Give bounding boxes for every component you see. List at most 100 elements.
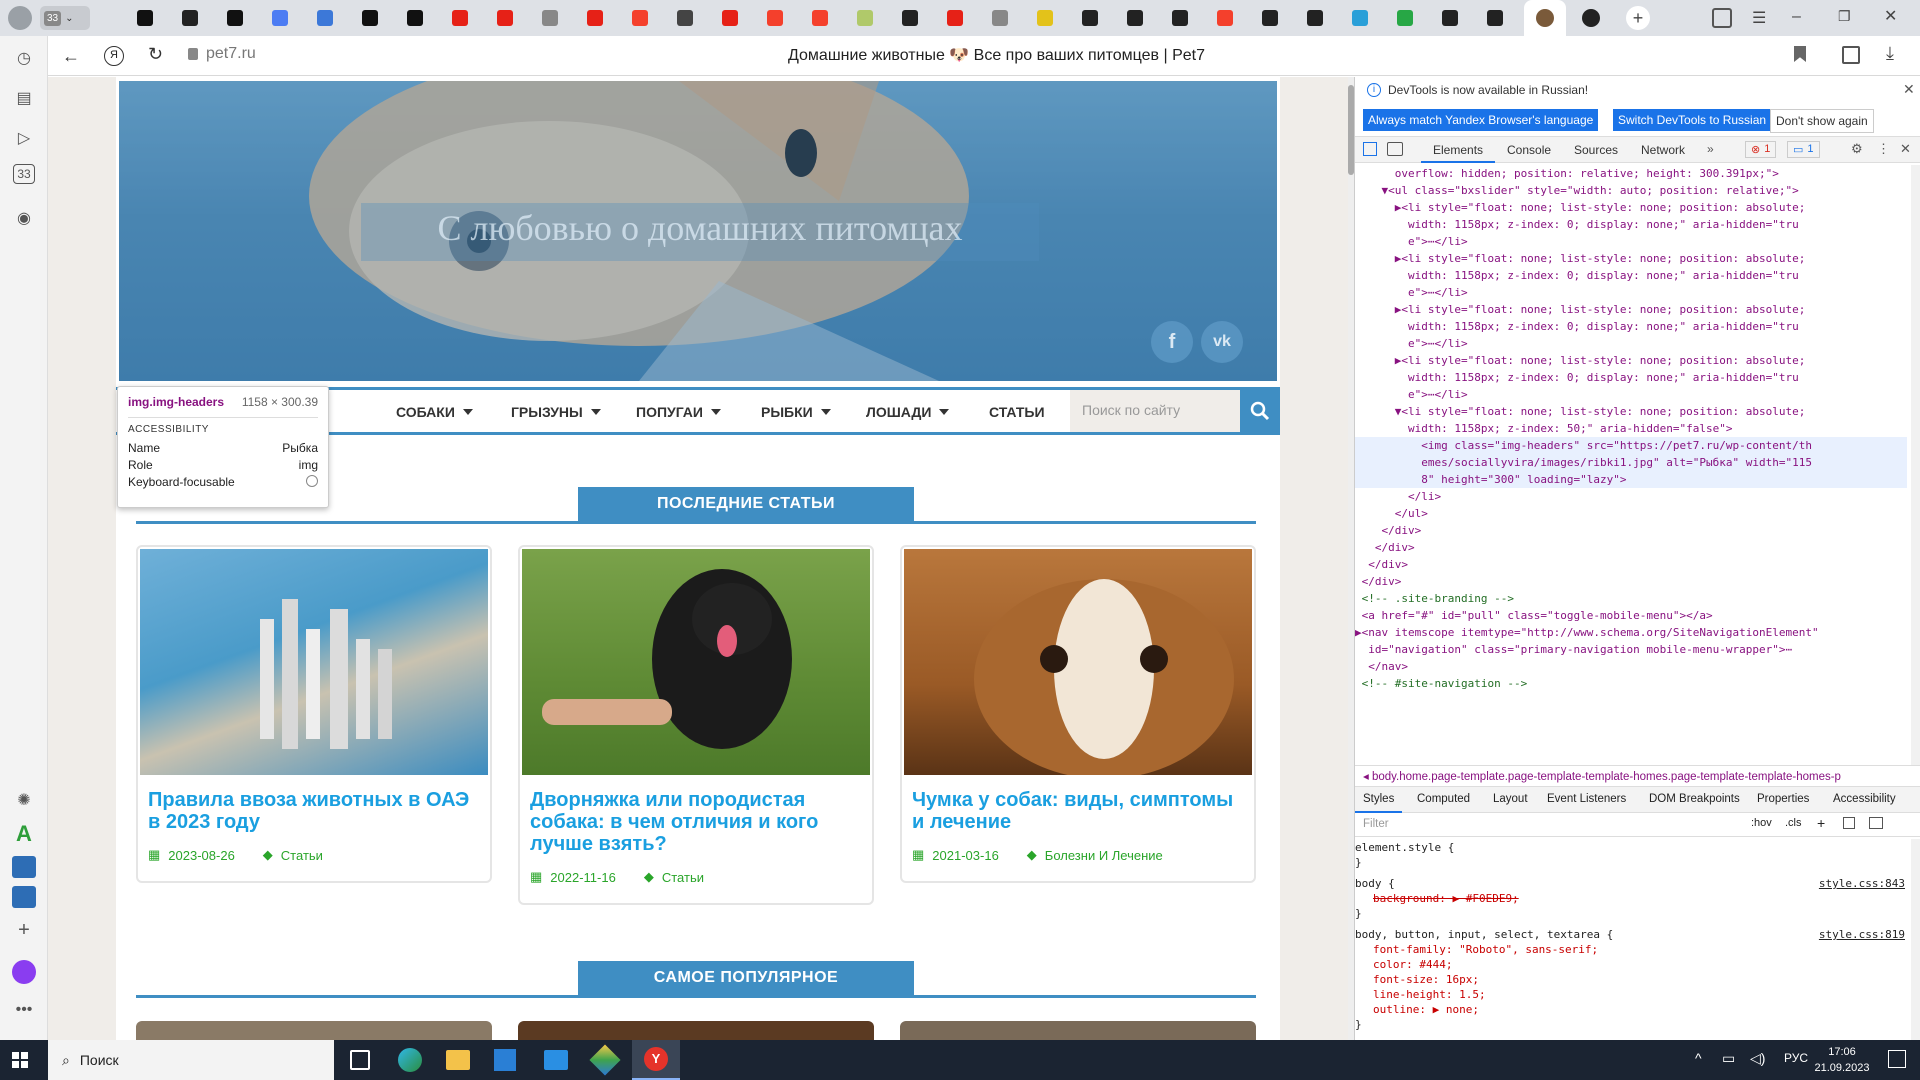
tab-sources[interactable]: Sources [1562,137,1630,163]
app-diamond-icon[interactable] [589,1044,621,1076]
pinned-tab-favicon-icon[interactable] [1347,5,1373,31]
computed-styles-icon[interactable] [1843,817,1855,829]
pinned-tab-favicon-icon[interactable] [717,5,743,31]
history-icon[interactable]: ◷ [10,44,38,72]
search-button[interactable] [1240,390,1280,432]
nav-item-dogs[interactable]: СОБАКИ [396,404,473,420]
article-category[interactable]: ◆ Статьи [263,847,323,863]
app-blue-icon[interactable] [12,886,36,908]
dom-node-line[interactable]: ▼<ul class="bxslider" style="width: auto… [1355,182,1907,199]
dom-node-line[interactable]: </li> [1355,488,1907,505]
settings-gear-icon[interactable]: ⚙ [1851,141,1863,157]
match-language-button[interactable]: Always match Yandex Browser's language [1363,109,1599,131]
network-icon[interactable]: ▭ [1722,1050,1735,1067]
bookmark-icon[interactable] [1794,46,1806,62]
dom-node-line[interactable]: <a href="#" id="pull" class="toggle-mobi… [1355,607,1907,624]
search-input[interactable]: Поиск по сайту [1070,390,1240,432]
tab-network[interactable]: Network [1629,137,1697,163]
pinned-tab-favicon-icon[interactable] [942,5,968,31]
dom-node-line[interactable]: </ul> [1355,505,1907,522]
dom-node-line[interactable]: emes/sociallyvira/images/ribki1.jpg" alt… [1355,454,1907,471]
dom-node-line[interactable]: e">⋯</li> [1355,386,1907,403]
dom-node-line[interactable]: ▶<li style="float: none; list-style: non… [1355,301,1907,318]
pinned-tab-favicon-icon[interactable] [987,5,1013,31]
errors-badge[interactable]: ⊗ 1 [1745,141,1777,158]
more-tabs-icon[interactable]: » [1707,142,1714,156]
pinned-tab-favicon-icon[interactable] [1212,5,1238,31]
vk-icon[interactable]: vk [1201,321,1243,363]
openai-icon[interactable]: ✺ [10,786,38,814]
tab-styles[interactable]: Styles [1355,787,1403,813]
alice-icon[interactable] [12,960,36,984]
tab-dom-breakpoints[interactable]: DOM Breakpoints [1641,787,1748,811]
dom-node-line[interactable]: overflow: hidden; position: relative; he… [1355,165,1907,182]
bookmarks-icon[interactable] [1712,8,1732,28]
start-icon[interactable] [12,1052,28,1068]
nav-item-rodents[interactable]: ГРЫЗУНЫ [511,404,601,420]
dismiss-button[interactable]: Don't show again [1770,109,1874,133]
dom-node-line[interactable]: width: 1158px; z-index: 0; display: none… [1355,267,1907,284]
toggle-sidebar-icon[interactable] [1869,817,1883,829]
pinned-tab-favicon-icon[interactable] [267,5,293,31]
dom-node-line[interactable]: </div> [1355,522,1907,539]
pinned-tab-favicon-icon[interactable] [762,5,788,31]
pinned-tab-favicon-icon[interactable] [447,5,473,31]
dom-breadcrumb[interactable]: ◂ body.home.page-template.page-template-… [1355,765,1920,787]
reload-icon[interactable]: ↻ [148,44,163,65]
pinned-tab-favicon-icon[interactable] [627,5,653,31]
dom-node-line[interactable]: width: 1158px; z-index: 50;" aria-hidden… [1355,420,1907,437]
app-blue-icon[interactable] [12,856,36,878]
add-icon[interactable]: + [10,916,38,944]
tab-counter-button[interactable]: 33 ⌄ [40,6,90,30]
clock[interactable]: 17:06 21.09.2023 [1810,1044,1874,1076]
active-tab[interactable] [1524,0,1566,36]
article-card[interactable]: Правила ввоза животных в ОАЭ в 2023 году… [136,545,492,883]
profile-avatar[interactable] [8,6,32,30]
mail-icon[interactable] [544,1050,568,1070]
dom-node-line[interactable]: ▶<li style="float: none; list-style: non… [1355,250,1907,267]
new-rule-icon[interactable]: + [1817,815,1825,831]
elements-scrollbar[interactable] [1911,165,1920,765]
tabs-count-icon[interactable]: 33 [13,164,35,184]
tray-chevron-icon[interactable]: ^ [1695,1050,1702,1066]
minimize-icon[interactable]: – [1792,8,1812,28]
pinned-tab-favicon-icon[interactable] [357,5,383,31]
article-image[interactable] [522,549,870,775]
pinned-tab-favicon-icon[interactable] [492,5,518,31]
dom-node-line[interactable]: <!-- .site-branding --> [1355,590,1907,607]
tab-properties[interactable]: Properties [1749,787,1817,811]
dom-node-line[interactable]: id="navigation" class="primary-navigatio… [1355,641,1907,658]
pinned-tab-favicon-icon[interactable] [177,5,203,31]
article-card[interactable]: Дворняжка или породистая собака: в чем о… [518,545,874,905]
dom-node-line[interactable]: ▶<li style="float: none; list-style: non… [1355,352,1907,369]
styles-filter-input[interactable]: Filter [1359,816,1659,834]
dom-node-line[interactable]: <!-- #site-navigation --> [1355,675,1907,692]
messages-badge[interactable]: ▭ 1 [1787,141,1820,158]
app-a-icon[interactable]: A [10,820,38,848]
tab-layout[interactable]: Layout [1485,787,1536,811]
pinned-tab-favicon-icon[interactable] [1257,5,1283,31]
pinned-tab-favicon-icon[interactable] [1302,5,1328,31]
pinned-tab-favicon-icon[interactable] [582,5,608,31]
pinned-tab-favicon-icon[interactable] [1167,5,1193,31]
scroll-left-icon[interactable]: ◂ [1363,771,1372,783]
tab-event-listeners[interactable]: Event Listeners [1539,787,1634,811]
dom-node-line[interactable]: width: 1158px; z-index: 0; display: none… [1355,216,1907,233]
volume-icon[interactable]: ◁) [1750,1050,1765,1067]
file-explorer-icon[interactable] [446,1050,470,1070]
article-title[interactable]: Правила ввоза животных в ОАЭ в 2023 году [140,775,488,833]
more-icon[interactable]: ••• [10,996,38,1024]
close-infobar-icon[interactable]: ✕ [1903,81,1915,98]
dom-node-line[interactable]: ▼<li style="float: none; list-style: non… [1355,403,1907,420]
article-image[interactable] [904,549,1252,775]
styles-scrollbar[interactable] [1911,839,1920,1055]
kebab-menu-icon[interactable]: ⋮ [1877,141,1890,157]
dom-node-line[interactable]: e">⋯</li> [1355,335,1907,352]
facebook-icon[interactable]: f [1151,321,1193,363]
pinned-tab-favicon-icon[interactable] [852,5,878,31]
dom-node-line[interactable]: width: 1158px; z-index: 0; display: none… [1355,369,1907,386]
pinned-tab-favicon-icon[interactable] [312,5,338,31]
device-toolbar-icon[interactable] [1387,142,1403,156]
taskbar-search[interactable]: ⌕ Поиск [48,1040,334,1080]
nav-item-parrots[interactable]: ПОПУГАИ [636,404,721,420]
